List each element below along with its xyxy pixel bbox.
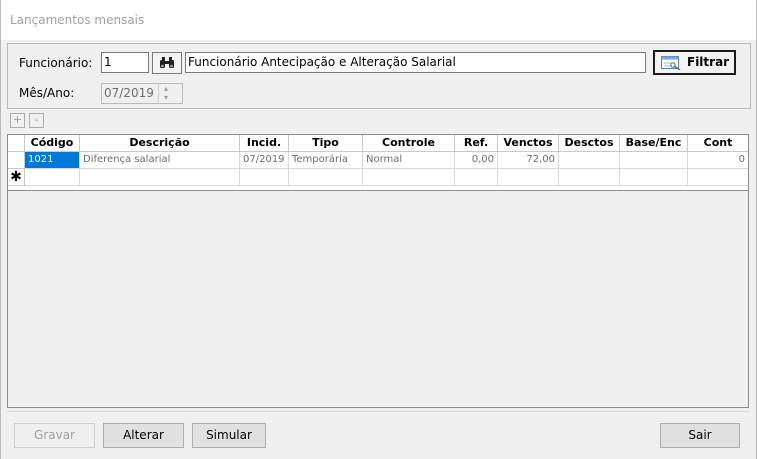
new-row-cell[interactable]	[363, 169, 455, 186]
cell-descricao[interactable]: Diferença salarial	[80, 152, 240, 169]
new-row-cell[interactable]	[289, 169, 363, 186]
cell-codigo[interactable]: 1021	[25, 152, 80, 169]
cell-base-enc[interactable]	[620, 152, 688, 169]
window-border-left	[0, 0, 1, 459]
remove-row-button[interactable]: -	[29, 113, 44, 128]
grid-separator	[8, 190, 748, 191]
filter-button[interactable]: Filtrar	[653, 50, 736, 75]
column-header-codigo[interactable]: Código	[25, 135, 80, 152]
spinner-up-icon: ▴	[164, 84, 169, 93]
save-button[interactable]: Gravar	[14, 423, 95, 448]
column-header-descricao[interactable]: Descrição	[80, 135, 240, 152]
column-header-desctos[interactable]: Desctos	[559, 135, 620, 152]
exit-button[interactable]: Sair	[660, 423, 740, 448]
add-row-button[interactable]: +	[10, 113, 25, 128]
title-bar: Lançamentos mensais	[0, 0, 757, 40]
employee-code-field[interactable]: 1	[101, 52, 149, 73]
alter-button[interactable]: Alterar	[103, 423, 184, 448]
new-row-cell[interactable]	[80, 169, 240, 186]
grid-empty-area	[8, 191, 748, 407]
cell-desctos[interactable]	[559, 152, 620, 169]
new-row-cell[interactable]	[455, 169, 498, 186]
period-spinner[interactable]: ▴ ▾	[158, 83, 182, 104]
employee-name-field[interactable]: Funcionário Antecipação e Alteração Sala…	[185, 52, 646, 73]
cell-incid[interactable]: 07/2019	[240, 152, 289, 169]
cell-venctos[interactable]: 72,00	[498, 152, 559, 169]
cell-controle[interactable]: Normal	[363, 152, 455, 169]
launches-grid[interactable]: Código Descrição Incid. Tipo Controle Re…	[7, 134, 749, 408]
employee-label: Funcionário:	[19, 56, 93, 70]
cell-tipo[interactable]: Temporária	[289, 152, 363, 169]
cell-cont[interactable]: 0	[688, 152, 748, 169]
new-row-cell[interactable]	[688, 169, 748, 186]
new-row-cell[interactable]	[240, 169, 289, 186]
footer-divider	[7, 411, 749, 412]
new-row-marker[interactable]: ✱	[8, 169, 25, 186]
new-row-cell[interactable]	[25, 169, 80, 186]
binoculars-icon	[160, 57, 174, 68]
filter-window-icon	[661, 56, 681, 70]
column-header-venctos[interactable]: Venctos	[498, 135, 559, 152]
column-header-cont[interactable]: Cont	[688, 135, 748, 152]
window-title: Lançamentos mensais	[10, 13, 145, 27]
column-header-ref[interactable]: Ref.	[455, 135, 498, 152]
new-row-cell[interactable]	[559, 169, 620, 186]
header-corner	[8, 135, 25, 152]
row-header[interactable]	[8, 152, 25, 169]
cell-ref[interactable]: 0,00	[455, 152, 498, 169]
column-header-base-enc[interactable]: Base/Enc	[620, 135, 688, 152]
filter-button-label: Filtrar	[687, 55, 730, 69]
search-employee-button[interactable]	[152, 52, 182, 74]
column-header-tipo[interactable]: Tipo	[289, 135, 363, 152]
column-header-incid[interactable]: Incid.	[240, 135, 289, 152]
period-label: Mês/Ano:	[19, 86, 75, 100]
simulate-button[interactable]: Simular	[192, 423, 266, 448]
spinner-down-icon: ▾	[164, 93, 169, 102]
column-header-controle[interactable]: Controle	[363, 135, 455, 152]
new-row-cell[interactable]	[498, 169, 559, 186]
new-row-cell[interactable]	[620, 169, 688, 186]
